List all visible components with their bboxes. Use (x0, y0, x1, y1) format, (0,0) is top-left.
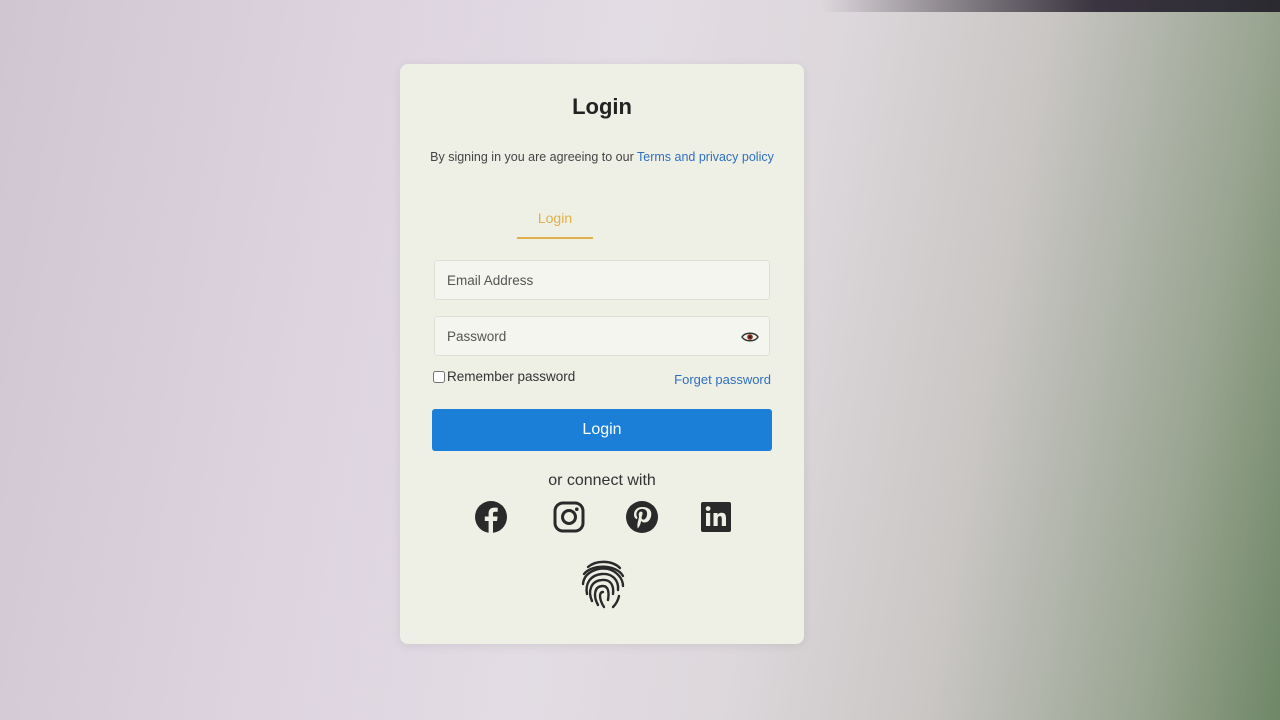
remember-label: Remember password (447, 369, 576, 384)
login-card: Login By signing in you are agreeing to … (400, 64, 804, 644)
forget-password-link[interactable]: Forget password (674, 372, 771, 387)
monitor-edge (820, 0, 1280, 12)
terms-text: By signing in you are agreeing to our Te… (430, 150, 774, 165)
instagram-icon[interactable] (552, 500, 586, 534)
eye-icon[interactable] (741, 331, 759, 343)
email-field-wrapper (434, 260, 770, 300)
email-field[interactable] (435, 261, 769, 299)
password-field[interactable] (435, 317, 769, 355)
social-login-row (474, 500, 734, 536)
password-field-wrapper (434, 316, 770, 356)
remember-password[interactable]: Remember password (433, 369, 575, 384)
terms-prefix: By signing in you are agreeing to our (430, 150, 637, 164)
pinterest-icon[interactable] (625, 500, 659, 534)
login-button[interactable]: Login (432, 409, 772, 451)
page-title: Login (572, 94, 632, 119)
linkedin-icon[interactable] (699, 500, 733, 534)
terms-link[interactable]: Terms and privacy policy (637, 150, 774, 164)
facebook-icon[interactable] (474, 500, 508, 534)
tab-login[interactable]: Login (517, 207, 593, 239)
connect-label: or connect with (548, 472, 656, 489)
remember-checkbox[interactable] (433, 370, 445, 383)
fingerprint-icon[interactable] (578, 558, 628, 610)
